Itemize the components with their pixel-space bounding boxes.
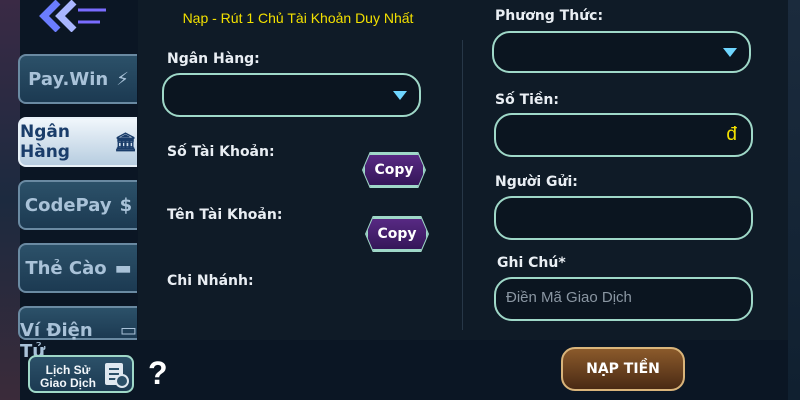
sidebar-item-label: CodePay [24,194,112,216]
account-name-label: Tên Tài Khoản: [167,207,283,223]
double-chevron-left-icon [39,0,106,33]
sender-input[interactable] [494,196,753,240]
deposit-button[interactable]: NẠP TIỀN [561,347,685,391]
sidebar-item-label: Ngân Hàng [20,122,70,162]
copy-account-number-button[interactable]: Copy [362,152,426,188]
background-art [0,0,20,400]
sidebar-item-paywin[interactable]: Pay.Win ⚡ [18,54,137,104]
back-button[interactable] [28,0,110,33]
currency-symbol: đ [726,124,737,145]
amount-label: Số Tiền: [495,92,559,108]
note-label: Ghi Chú* [497,255,566,271]
copy-button-label: Copy [366,217,428,251]
lightning-icon: ⚡ [116,68,129,90]
amount-input[interactable]: đ [494,113,753,157]
sidebar-item-label: Thẻ Cào [25,257,107,279]
history-label-line2: Giao Dịch [39,376,96,390]
transaction-history-button[interactable]: Lịch Sử Giao Dịch [28,355,134,393]
bank-label: Ngân Hàng: [167,51,260,67]
sidebar-item-codepay[interactable]: CodePay $ [18,180,137,230]
method-select[interactable] [492,31,751,73]
copy-account-name-button[interactable]: Copy [365,216,429,252]
sender-label: Người Gửi: [495,174,578,190]
bank-select[interactable] [162,73,421,117]
receipt-icon [105,363,129,388]
help-button[interactable]: ? [148,355,168,392]
note-placeholder: Điền Mã Giao Dịch [506,289,632,306]
branch-label: Chi Nhánh: [167,273,254,289]
column-divider [462,40,463,330]
sidebar-item-bank[interactable]: Ngân Hàng 🏛 [18,117,137,167]
sidebar-item-ewallet[interactable]: Ví Điện Tử ▭ [18,306,137,362]
method-label: Phương Thức: [495,8,604,24]
coin-icon: $ [119,194,133,216]
note-input[interactable]: Điền Mã Giao Dịch [494,277,753,321]
wallet-icon: ▭ [119,320,137,341]
background-edge [788,0,800,400]
account-number-label: Số Tài Khoản: [167,144,275,160]
card-icon: ▬ [114,257,132,279]
bank-icon: 🏛 [114,131,137,153]
copy-button-label: Copy [363,153,425,187]
sidebar-item-label: Pay.Win [28,68,109,90]
page-title: Nạp - Rút 1 Chủ Tài Khoản Duy Nhất [182,10,414,26]
sidebar-item-card[interactable]: Thẻ Cào ▬ [18,243,137,293]
